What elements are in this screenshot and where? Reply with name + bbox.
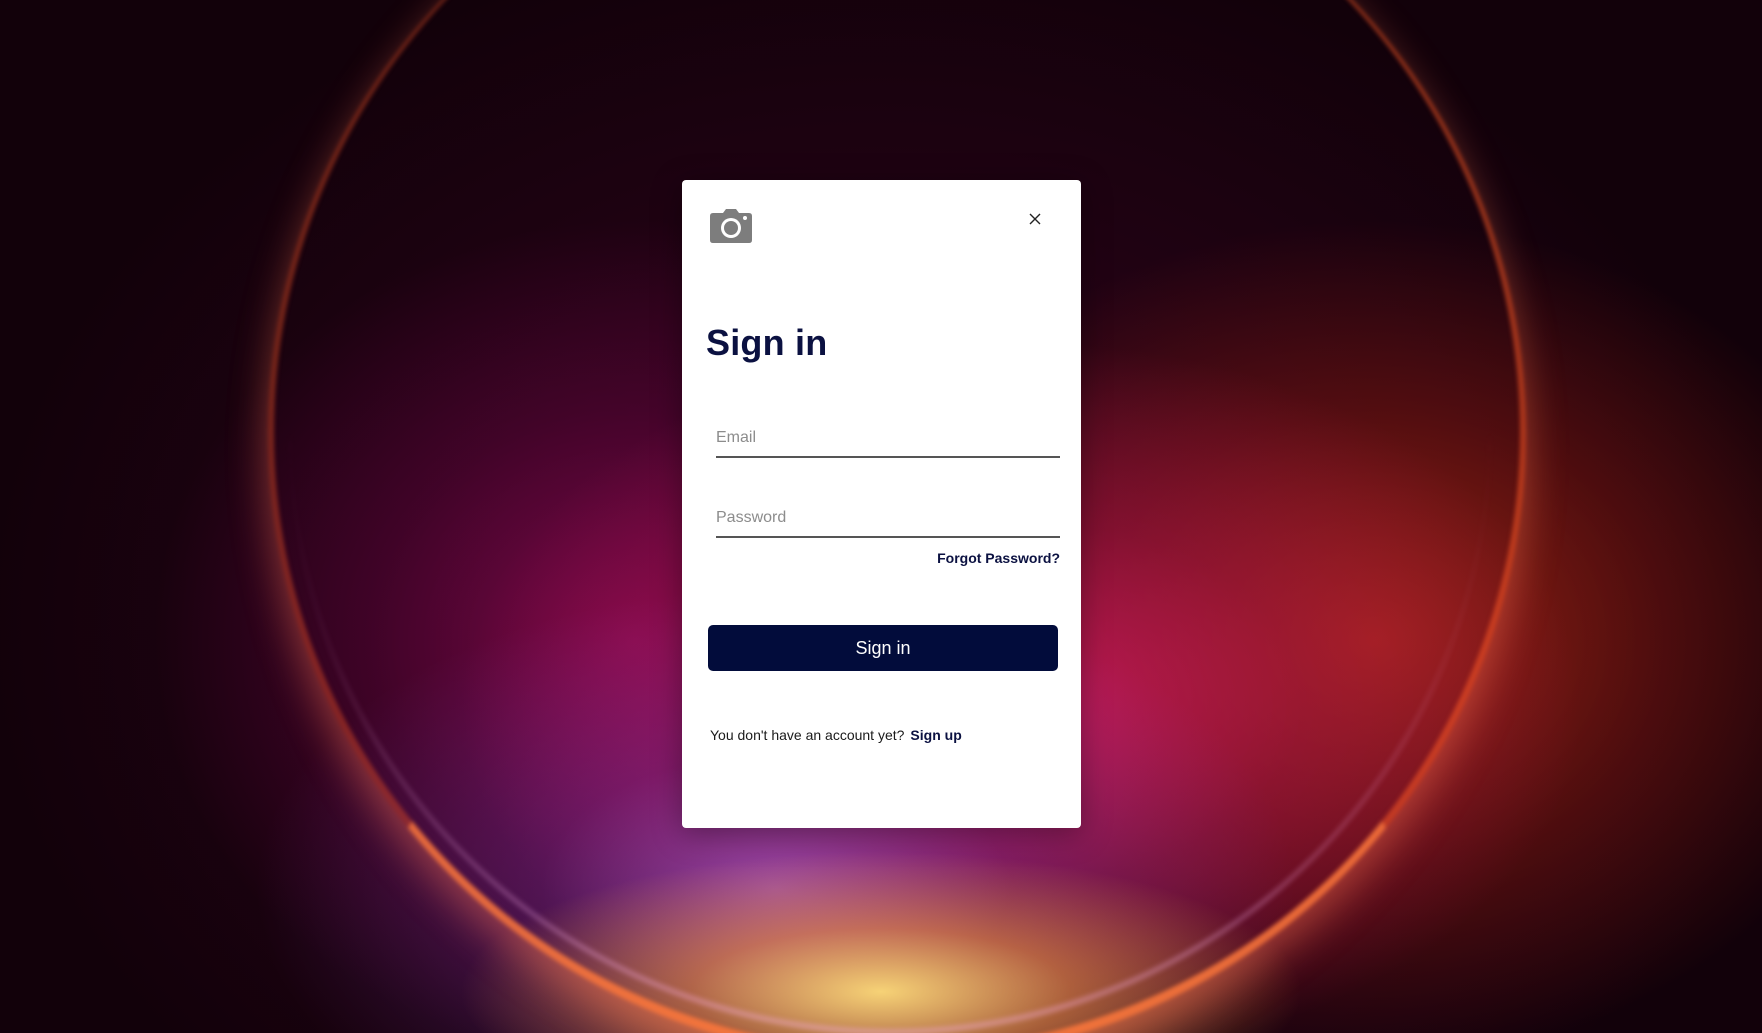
- password-field[interactable]: [716, 500, 1060, 538]
- close-icon: [1029, 213, 1041, 225]
- close-button[interactable]: [1024, 208, 1046, 230]
- signup-row: You don't have an account yet? Sign up: [710, 727, 962, 743]
- desktop-wallpaper: Sign in Forgot Password? Sign in You don…: [0, 0, 1762, 1033]
- sign-in-button[interactable]: Sign in: [708, 625, 1058, 671]
- email-field[interactable]: [716, 420, 1060, 458]
- camera-icon: [710, 209, 752, 243]
- page-title: Sign in: [706, 322, 828, 363]
- sign-up-link[interactable]: Sign up: [910, 727, 961, 743]
- signup-prompt: You don't have an account yet?: [710, 727, 905, 743]
- forgot-password-link[interactable]: Forgot Password?: [937, 550, 1060, 566]
- sign-in-dialog: Sign in Forgot Password? Sign in You don…: [682, 180, 1081, 828]
